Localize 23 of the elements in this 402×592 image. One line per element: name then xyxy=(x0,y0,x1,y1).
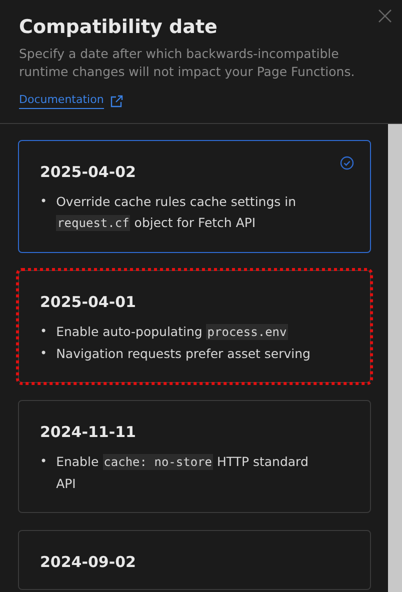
bullet-mark: • xyxy=(40,193,48,210)
date-card[interactable]: 2024-11-11 • Enable cache: no-store HTTP standard API xyxy=(18,400,371,513)
scrollbar[interactable] xyxy=(388,124,402,592)
date-title: 2024-11-11 xyxy=(40,423,137,441)
change-item: Override cache rules cache settings in request.cf object for Fetch API xyxy=(56,193,298,233)
check-circle-icon xyxy=(340,156,354,170)
change-item: Navigation requests prefer asset serving xyxy=(56,345,312,363)
date-title: 2025-04-01 xyxy=(40,293,137,311)
panel-title: Compatibility date xyxy=(19,16,218,38)
bullet-mark: • xyxy=(40,323,48,340)
date-title: 2025-04-02 xyxy=(40,163,137,181)
date-card[interactable]: 2025-04-02 • Override cache rules cache settings in request.cf object for Fetch API xyxy=(18,140,371,253)
close-icon[interactable] xyxy=(378,9,392,23)
change-item: Enable auto-populating process.env xyxy=(56,323,289,342)
documentation-link[interactable]: Documentation xyxy=(19,93,104,109)
date-card[interactable]: 2025-04-01 • Enable auto-populating process.env • Navigation requests prefer asset serving xyxy=(18,270,371,383)
external-link-icon[interactable] xyxy=(110,94,123,108)
bullet-mark: • xyxy=(40,345,48,362)
panel-description: Specify a date after which backwards-incompatible runtime changes will not impact your Page Functions. xyxy=(19,45,356,81)
date-title: 2024-09-02 xyxy=(40,553,137,571)
bullet-mark: • xyxy=(40,453,48,470)
change-item: Enable cache: no-store HTTP standard API xyxy=(56,453,310,493)
date-card[interactable]: 2024-09-02 xyxy=(18,530,371,590)
